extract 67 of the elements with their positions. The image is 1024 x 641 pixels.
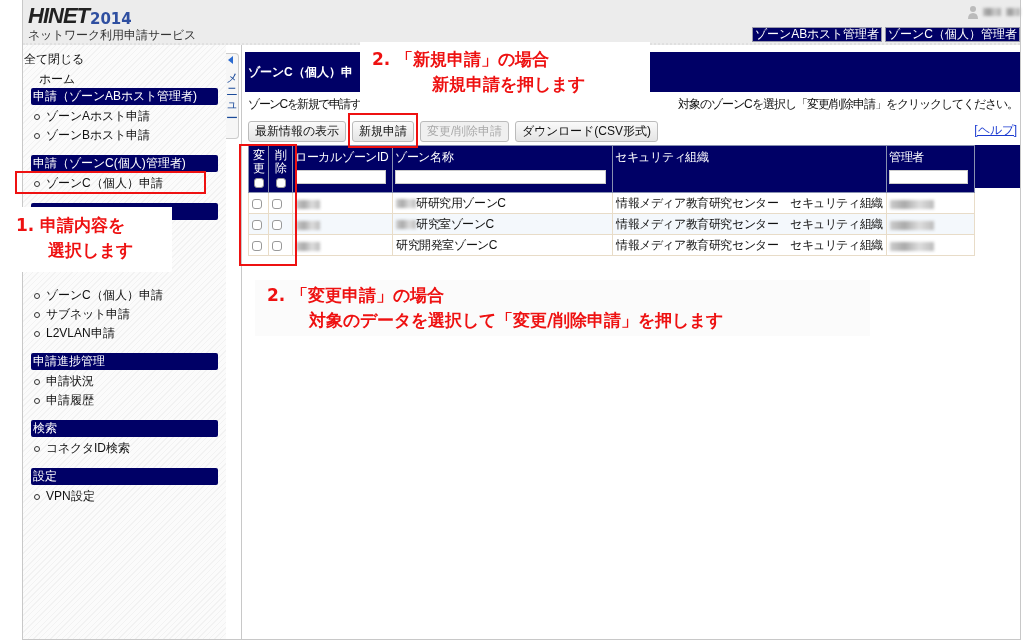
role-button[interactable]: ゾーンC（個人）管理者 — [885, 27, 1020, 42]
sidebar-heading: 申請（ゾーンABホスト管理者) — [31, 88, 218, 105]
redacted-text — [890, 220, 934, 230]
highlight-box — [348, 112, 418, 148]
menu-tab[interactable]: メニュー — [226, 53, 239, 139]
logo-subtitle: ネットワーク利用申請サービス — [28, 27, 196, 44]
sidebar-heading: 検索 — [31, 420, 218, 437]
action-button[interactable]: 最新情報の表示 — [248, 120, 346, 142]
redacted-text — [890, 199, 934, 209]
help-link[interactable]: [ヘルプ] — [974, 122, 1017, 139]
row-checkbox[interactable] — [252, 241, 262, 252]
home-link[interactable]: ホーム — [39, 70, 75, 88]
redacted-text — [396, 220, 416, 230]
redacted-text — [296, 241, 320, 251]
table-cell: 情報メディア教育研究センター セキュリティ組織 — [616, 216, 883, 231]
row-checkbox[interactable] — [272, 199, 282, 210]
column-header: ゾーン名称 — [395, 150, 454, 164]
redacted-text — [296, 199, 320, 209]
instruction-text: 対象のゾーンCを選択し「変更/削除申請」をクリックしてください。 — [678, 97, 1018, 111]
action-button[interactable]: 新規申請 — [352, 120, 414, 142]
table-cell: 研研究用ゾーンC — [416, 195, 506, 210]
filter-field[interactable] — [889, 170, 968, 184]
row-checkbox[interactable] — [252, 199, 262, 210]
select-all-checkbox[interactable] — [275, 178, 286, 189]
sidebar-heading: 設定 — [31, 468, 218, 485]
sidebar-item[interactable]: コネクタID検索 — [46, 440, 130, 457]
sidebar-item[interactable]: 申請状況 — [46, 373, 94, 390]
redacted-text — [983, 8, 1001, 16]
sidebar-item[interactable]: L2VLAN申請 — [46, 325, 115, 342]
callout-text: 対象のデータを選択して「変更/削除申請」を押します — [309, 309, 724, 332]
column-header: 管理者 — [889, 150, 925, 164]
table-cell: 情報メディア教育研究センター セキュリティ組織 — [616, 195, 883, 210]
callout-text: 1. 申請内容を — [16, 214, 126, 237]
row-checkbox[interactable] — [272, 241, 282, 252]
role-button[interactable]: ゾーンABホスト管理者 — [752, 27, 883, 42]
instruction-text: ゾーンCを新規で申請す — [248, 97, 361, 111]
action-button[interactable]: ダウンロード(CSV形式) — [515, 120, 658, 142]
table-cell: 研究開発室ゾーンC — [396, 237, 498, 252]
sidebar-item[interactable]: ゾーンBホスト申請 — [46, 127, 150, 144]
column-header: セキュリティ組織 — [615, 150, 709, 164]
sidebar-item[interactable]: VPN設定 — [46, 488, 95, 505]
logo-year: 2014 — [90, 11, 132, 27]
sidebar-item[interactable]: ゾーンAホスト申請 — [46, 108, 150, 125]
callout-text: 2. 「変更申請」の場合 — [267, 284, 445, 307]
row-checkbox[interactable] — [272, 220, 282, 231]
redacted-text — [396, 199, 416, 209]
column-header: 削除 — [274, 149, 287, 176]
sidebar-item[interactable]: ゾーンC（個人）申請 — [46, 175, 163, 192]
callout-text: 選択します — [48, 239, 133, 262]
redacted-text — [1006, 8, 1020, 16]
user-icon — [968, 5, 978, 19]
column-header: ローカルゾーンID — [295, 150, 389, 164]
filter-field[interactable] — [295, 170, 386, 184]
sidebar-heading: 申請進捗管理 — [31, 353, 218, 370]
sidebar-item[interactable]: 申請履歴 — [46, 392, 94, 409]
filter-field[interactable] — [395, 170, 606, 184]
collapse-arrow-icon — [228, 56, 236, 64]
column-header: 変更 — [252, 149, 265, 176]
sidebar-item[interactable]: ゾーンC（個人）申請 — [46, 287, 163, 304]
select-all-checkbox[interactable] — [253, 178, 264, 189]
table-cell: 情報メディア教育研究センター セキュリティ組織 — [616, 237, 883, 252]
redacted-text — [890, 241, 934, 251]
row-checkbox[interactable] — [252, 220, 262, 231]
collapse-all-link[interactable]: 全て閉じる — [23, 51, 226, 67]
sidebar-item[interactable]: サブネット申請 — [46, 306, 130, 323]
table-cell: 研究室ゾーンC — [416, 216, 494, 231]
redacted-text — [296, 220, 320, 230]
